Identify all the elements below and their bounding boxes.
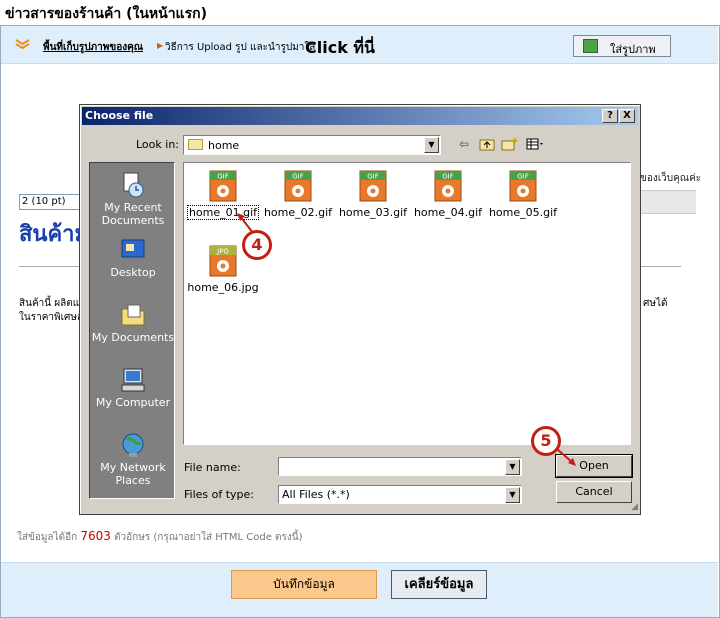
jpg-file-icon: JPG — [209, 245, 237, 277]
file-name: home_06.jpg — [187, 281, 259, 294]
gif-file-icon: GIF — [359, 170, 387, 202]
place-recent-documents[interactable]: My Recent Documents — [90, 171, 176, 227]
place-desktop[interactable]: Desktop — [90, 236, 176, 279]
character-count-info: ใส่ข้อมูลได้อีก 7603 ตัวอักษร (กรุณาอย่า… — [17, 529, 303, 545]
file-type-text: JPG — [216, 248, 229, 256]
places-bar: My Recent Documents Desktop My Documents… — [89, 162, 175, 499]
folder-icon — [188, 139, 203, 150]
save-button[interactable]: บันทึกข้อมูล — [231, 570, 377, 599]
close-button[interactable]: X — [619, 109, 635, 123]
file-name: home_04.gif — [413, 206, 483, 219]
file-item[interactable]: GIF home_02.gif — [261, 169, 335, 219]
file-name: home_03.gif — [338, 206, 408, 219]
dropdown-arrow-icon[interactable]: ▼ — [424, 137, 439, 153]
file-list: GIF home_01.gif GIF home_02.gif GIF home… — [183, 162, 631, 445]
gif-file-icon: GIF — [284, 170, 312, 202]
gif-file-icon: GIF — [434, 170, 462, 202]
click-here-link[interactable]: Click ที่นี่ — [305, 36, 375, 61]
new-folder-icon[interactable] — [501, 137, 519, 151]
help-button[interactable]: ? — [602, 109, 618, 123]
place-label: My Computer — [95, 396, 171, 409]
recent-documents-icon — [123, 172, 144, 198]
place-label: My Network Places — [100, 461, 166, 487]
body-text-fragment: ศษได้ — [643, 298, 668, 309]
page-title: ข่าวสารของร้านค้า (ในหน้าแรก) — [5, 6, 207, 22]
file-item[interactable]: GIF home_03.gif — [336, 169, 410, 219]
insert-image-label: ใส่รูปภาพ — [610, 43, 656, 56]
upload-instructions: วิธีการ Upload รูป และนำรูปมาใส่ — [165, 42, 316, 53]
place-label: My Documents — [91, 331, 175, 344]
insert-image-button[interactable]: ใส่รูปภาพ — [573, 35, 671, 57]
file-name-label: File name: — [184, 461, 241, 474]
file-type-text: GIF — [367, 173, 379, 181]
body-text-line: ในราคาพิเศษสุ — [19, 312, 84, 323]
place-my-computer[interactable]: My Computer — [90, 366, 176, 409]
image-icon — [583, 39, 598, 53]
file-type-text: GIF — [292, 173, 304, 181]
file-type-text: GIF — [517, 173, 529, 181]
my-documents-icon — [121, 304, 145, 326]
gif-file-icon: GIF — [509, 170, 537, 202]
back-icon[interactable]: ⇦ — [459, 137, 469, 151]
look-in-label: Look in: — [136, 138, 179, 151]
files-of-type-select[interactable]: All Files (*.*) ▼ — [278, 485, 522, 504]
body-text-line: สินค้านี้ ผลิตแ — [19, 298, 80, 309]
step-4-callout: 4 — [242, 230, 272, 260]
partial-text: ของเว็บคุณค่ะ — [640, 173, 702, 184]
resize-grip-icon[interactable]: ◢ — [631, 502, 638, 512]
files-of-type-value: All Files (*.*) — [282, 488, 350, 501]
view-menu-icon[interactable] — [526, 137, 546, 151]
files-of-type-label: Files of type: — [184, 488, 255, 501]
file-name: home_02.gif — [263, 206, 333, 219]
file-item[interactable]: GIF home_04.gif — [411, 169, 485, 219]
place-network[interactable]: My Network Places — [90, 431, 176, 487]
up-folder-icon[interactable] — [479, 137, 495, 151]
arrow-right-icon: ▶ — [157, 41, 164, 50]
char-info-prefix: ใส่ข้อมูลได้อีก — [17, 532, 78, 543]
place-label: Desktop — [110, 266, 156, 279]
look-in-value: home — [208, 139, 240, 152]
desktop-icon — [121, 239, 145, 258]
font-size-select[interactable]: 2 (10 pt) — [19, 194, 83, 210]
my-computer-icon — [121, 368, 145, 392]
place-label: My Recent Documents — [101, 201, 165, 227]
dialog-title-bar[interactable]: Choose file ? X — [82, 107, 638, 125]
file-name: home_05.gif — [488, 206, 558, 219]
dialog-title: Choose file — [85, 109, 154, 122]
look-in-select[interactable]: home ▼ — [183, 135, 441, 155]
step-5-callout: 5 — [531, 426, 561, 456]
file-type-text: GIF — [442, 173, 454, 181]
dropdown-arrow-icon[interactable]: ▼ — [505, 487, 520, 503]
network-places-icon — [122, 433, 144, 457]
place-my-documents[interactable]: My Documents — [90, 301, 176, 344]
clear-button[interactable]: เคลียร์ข้อมูล — [391, 570, 487, 599]
image-storage-link[interactable]: พื้นที่เก็บรูปภาพของคุณ — [43, 40, 143, 55]
cancel-button[interactable]: Cancel — [556, 481, 632, 503]
file-item[interactable]: GIF home_05.gif — [486, 169, 560, 219]
gif-file-icon: GIF — [209, 170, 237, 202]
file-name-input[interactable]: ▼ — [278, 457, 522, 476]
chevron-down-icon — [15, 39, 30, 49]
char-count: 7603 — [80, 529, 111, 543]
char-info-suffix: ตัวอักษร (กรุณาอย่าใส่ HTML Code ตรงนี้) — [114, 532, 303, 543]
file-type-text: GIF — [217, 173, 229, 181]
dropdown-arrow-icon[interactable]: ▼ — [505, 459, 520, 475]
